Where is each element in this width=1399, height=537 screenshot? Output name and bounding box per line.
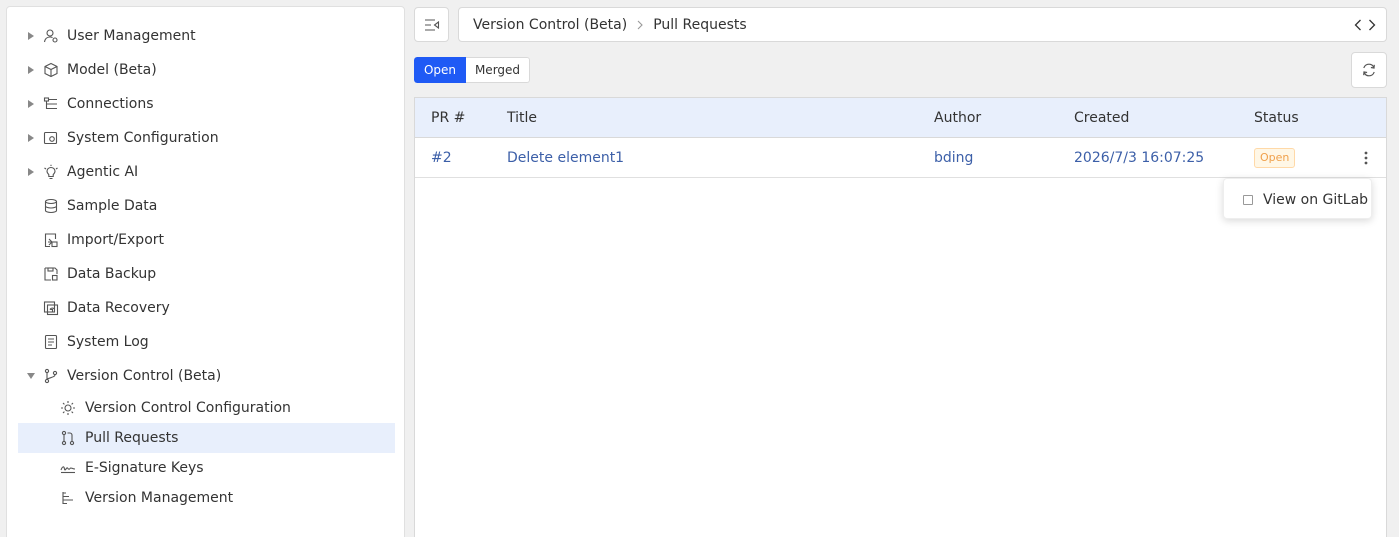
forward-button[interactable] xyxy=(1368,19,1376,31)
sidebar-subitem-pull-requests[interactable]: Pull Requests xyxy=(18,423,395,453)
column-header-created[interactable]: Created xyxy=(1074,98,1129,138)
sidebar-item-label: User Management xyxy=(67,28,196,44)
table-header: PR # Title Author Created Status xyxy=(415,98,1386,138)
sidebar-item-system-configuration[interactable]: System Configuration xyxy=(7,123,404,153)
status-badge: Open xyxy=(1254,148,1296,168)
sidebar-item-connections[interactable]: Connections xyxy=(7,89,404,119)
status-badge-cell: Open xyxy=(1254,138,1296,178)
sidebar-subitem-label: Version Management xyxy=(85,490,234,506)
breadcrumb-parent[interactable]: Version Control (Beta) xyxy=(473,17,627,33)
sidebar-item-label: System Configuration xyxy=(67,130,219,146)
refresh-button[interactable] xyxy=(1351,52,1387,88)
menu-item-view-on-gitlab[interactable]: View on GitLab xyxy=(1224,179,1371,220)
cube-icon xyxy=(42,61,60,79)
sidebar-item-user-management[interactable]: User Management xyxy=(7,21,404,51)
pull-request-icon xyxy=(60,430,76,446)
status-filter: Open Merged xyxy=(414,57,530,83)
column-header-pr[interactable]: PR # xyxy=(431,98,465,138)
recovery-icon xyxy=(42,299,60,317)
caret-right-icon[interactable] xyxy=(27,32,35,40)
pr-author: bding xyxy=(934,150,974,166)
sidebar-item-label: Sample Data xyxy=(67,198,158,214)
sidebar-subitem-e-signature-keys[interactable]: E-Signature Keys xyxy=(18,453,395,483)
sidebar-item-version-control[interactable]: Version Control (Beta) xyxy=(7,361,404,391)
signature-icon xyxy=(60,460,76,476)
breadcrumb: Version Control (Beta) Pull Requests xyxy=(473,8,747,41)
column-header-status[interactable]: Status xyxy=(1254,98,1299,138)
collapse-sidebar-button[interactable] xyxy=(414,7,449,42)
sidebar-item-agentic-ai[interactable]: Agentic AI xyxy=(7,157,404,187)
column-header-title[interactable]: Title xyxy=(507,98,537,138)
caret-right-icon[interactable] xyxy=(27,134,35,142)
sidebar-item-data-backup[interactable]: Data Backup xyxy=(7,259,404,289)
sidebar-item-label: Agentic AI xyxy=(67,164,139,180)
row-actions-button[interactable] xyxy=(1360,148,1372,168)
row-actions-menu: View on GitLab xyxy=(1223,178,1372,219)
sidebar-subitem-label: Pull Requests xyxy=(85,430,179,446)
sidebar-subitem-version-management[interactable]: Version Management xyxy=(18,483,395,513)
sidebar-item-label: Data Backup xyxy=(67,266,157,282)
menu-item-label: View on GitLab xyxy=(1263,191,1369,208)
breadcrumb-bar: Version Control (Beta) Pull Requests xyxy=(458,7,1387,42)
pr-created: 2026/7/3 16:07:25 xyxy=(1074,150,1205,166)
sidebar-item-sample-data[interactable]: Sample Data xyxy=(7,191,404,221)
ai-bulb-icon xyxy=(42,163,60,181)
column-header-author[interactable]: Author xyxy=(934,98,981,138)
version-tree-icon xyxy=(60,490,76,506)
breadcrumb-nav xyxy=(1354,8,1376,41)
sidebar: User Management Model (Beta) Connections… xyxy=(6,6,405,537)
pr-title-link[interactable]: Delete element1 xyxy=(507,138,624,178)
sidebar-subitem-label: E-Signature Keys xyxy=(85,460,204,476)
import-export-icon xyxy=(42,231,60,249)
caret-down-icon[interactable] xyxy=(27,372,35,380)
caret-right-icon[interactable] xyxy=(27,66,35,74)
gear-icon xyxy=(60,400,76,416)
external-link-icon xyxy=(1243,194,1253,205)
sidebar-item-label: System Log xyxy=(67,334,149,350)
sidebar-item-label: Version Control (Beta) xyxy=(67,368,222,384)
collapse-menu-icon xyxy=(424,18,440,32)
sidebar-item-label: Connections xyxy=(67,96,154,112)
caret-right-icon[interactable] xyxy=(27,100,35,108)
more-vertical-icon xyxy=(1364,151,1368,165)
sidebar-item-label: Data Recovery xyxy=(67,300,170,316)
sidebar-subitem-label: Version Control Configuration xyxy=(85,400,291,416)
pr-number-link[interactable]: #2 xyxy=(431,138,452,178)
sidebar-item-label: Import/Export xyxy=(67,232,165,248)
system-config-icon xyxy=(42,129,60,147)
branch-icon xyxy=(42,367,60,385)
filter-open-button[interactable]: Open xyxy=(414,57,466,83)
breadcrumb-current: Pull Requests xyxy=(653,16,747,33)
backup-icon xyxy=(42,265,60,283)
back-button[interactable] xyxy=(1354,19,1362,31)
sidebar-subitem-version-control-configuration[interactable]: Version Control Configuration xyxy=(18,393,395,423)
refresh-icon xyxy=(1361,62,1377,78)
sidebar-item-import-export[interactable]: Import/Export xyxy=(7,225,404,255)
caret-right-icon[interactable] xyxy=(27,168,35,176)
sidebar-item-label: Model (Beta) xyxy=(67,62,157,78)
user-gear-icon xyxy=(42,27,60,45)
sidebar-item-data-recovery[interactable]: Data Recovery xyxy=(7,293,404,323)
connections-icon xyxy=(42,95,60,113)
table-row[interactable]: #2 Delete element1 bding 2026/7/3 16:07:… xyxy=(415,138,1386,178)
sidebar-item-system-log[interactable]: System Log xyxy=(7,327,404,357)
filter-merged-button[interactable]: Merged xyxy=(466,57,530,83)
chevron-right-icon xyxy=(637,20,643,30)
pull-requests-table: PR # Title Author Created Status #2 Dele… xyxy=(414,97,1387,537)
sidebar-item-model[interactable]: Model (Beta) xyxy=(7,55,404,85)
log-icon xyxy=(42,333,60,351)
database-icon xyxy=(42,197,60,215)
